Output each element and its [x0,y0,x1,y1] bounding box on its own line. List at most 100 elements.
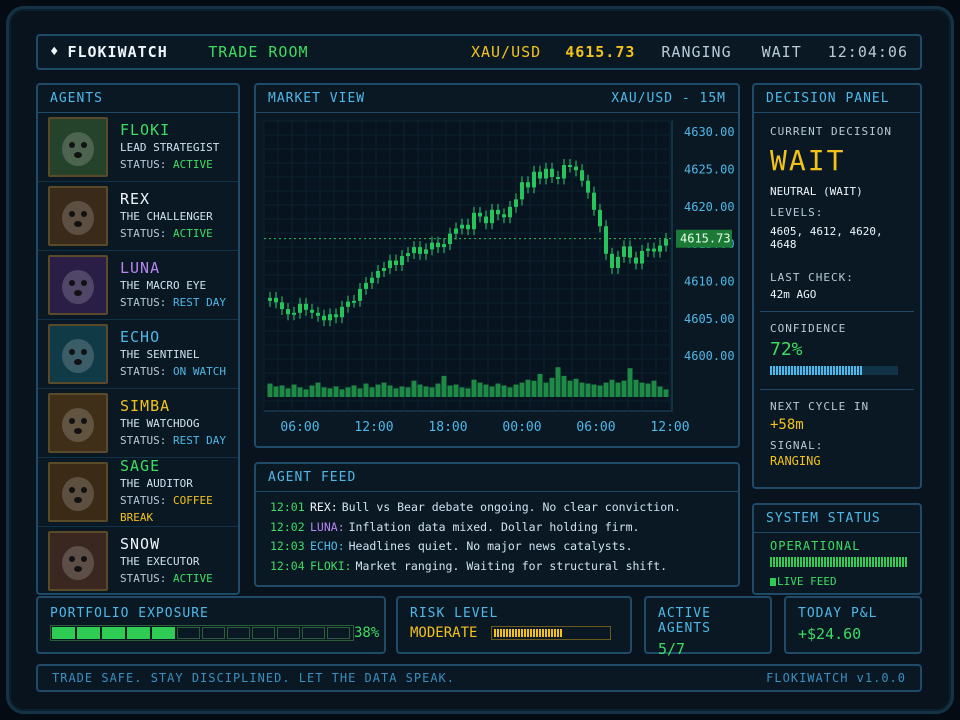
agent-row-luna[interactable]: LUNA THE MACRO EYE STATUS: REST DAY [38,251,238,320]
footer-motto: TRADE SAFE. STAY DISCIPLINED. LET THE DA… [52,671,456,685]
agent-name: FLOKI [120,120,171,139]
volume-bar [447,385,453,397]
candle-body [634,257,638,264]
agent-role: THE CHALLENGER [120,209,213,223]
confidence-label: CONFIDENCE [770,322,847,335]
x-tick-label: 06:00 [280,420,319,435]
y-tick-label: 4610.00 [684,274,735,288]
y-tick-label: 4620.00 [684,200,735,214]
exposure-segment [152,627,175,639]
volume-bar [297,387,303,397]
volume-bar [267,383,273,397]
volume-bar [567,380,573,397]
candle-body [298,303,302,313]
agent-row-echo[interactable]: ECHO THE SENTINEL STATUS: ON WATCH [38,320,238,389]
agent-status: ACTIVE [172,226,213,240]
dog-avatar-icon [48,186,108,246]
agent-role: THE SENTINEL [120,347,200,361]
feed-time: 12:03 [270,539,305,553]
levels-value: 4605, 4612, 4620, 4648 [770,225,883,251]
volume-bar [465,388,471,397]
agent-status-label: STATUS: [120,571,167,585]
agent-status: REST DAY [172,433,226,447]
agent-name: LUNA [120,258,161,277]
active-agents-label: ACTIVE AGENTS [658,606,711,636]
volume-bar [507,387,513,397]
confidence-bar [770,366,898,375]
candle-body [580,170,584,181]
volume-bar [309,385,315,397]
candle-body [496,209,500,215]
symbol-label[interactable]: XAU/USD [471,43,541,61]
candle-body [346,301,350,307]
signal-label: SIGNAL: [770,439,824,452]
candle-body [628,246,632,258]
candle-body [556,176,560,179]
top-bar: ♦ FLOKIWATCH TRADE ROOM XAU/USD 4615.73 … [36,34,922,70]
agent-feed-panel: AGENT FEED 12:01 REX: Bull vs Bear debat… [254,462,740,587]
x-tick-label: 00:00 [502,420,541,435]
volume-bar [609,379,615,397]
volume-bar [285,388,291,397]
pnl-label: TODAY P&L [798,606,878,621]
volume-bar [489,386,495,397]
volume-bar [273,386,279,397]
feed-entry: 12:03 ECHO: Headlines quiet. No major ne… [256,537,738,557]
exposure-segment [277,627,300,639]
next-cycle-label: NEXT CYCLE IN [770,400,870,413]
candle-body [364,282,368,289]
candle-body [280,302,284,310]
candle-body [340,306,344,318]
agent-row-rex[interactable]: REX THE CHALLENGER STATUS: ACTIVE [38,182,238,251]
candle-body [430,242,434,250]
risk-label: RISK LEVEL [410,606,499,621]
volume-bar [375,384,381,397]
live-feed-label[interactable]: LIVE FEED [777,575,837,588]
agent-row-snow[interactable]: SNOW THE EXECUTOR STATUS: ACTIVE [38,527,238,593]
risk-value: MODERATE [410,625,478,641]
agent-role: LEAD STRATEGIST [120,140,220,154]
agent-row-floki[interactable]: FLOKI LEAD STRATEGIST STATUS: ACTIVE [38,113,238,182]
exposure-segment [227,627,250,639]
x-tick-label: 12:00 [650,420,689,435]
agent-status: ACTIVE [172,571,213,585]
feed-time: 12:01 [270,500,305,514]
candle-body [568,165,572,168]
volume-bar [279,385,285,397]
lion-avatar-icon [48,393,108,453]
candle-body [562,165,566,179]
last-price-label: 4615.73 [680,232,731,246]
volume-bar [351,385,357,397]
timeframe-label[interactable]: XAU/USD - 15M [611,91,726,106]
price-chart[interactable]: 4630.004625.004620.004615.004610.004605.… [256,115,738,445]
volume-bar [627,368,633,397]
agent-row-simba[interactable]: SIMBA THE WATCHDOG STATUS: REST DAY [38,389,238,458]
volume-bar [321,387,327,397]
agent-row-sage[interactable]: SAGE THE AUDITOR STATUS: COFFEE BREAK [38,458,238,527]
feed-message: Market ranging. Waiting for structural s… [355,558,668,573]
volume-bar [495,383,501,397]
volume-bar [303,389,309,397]
agent-status: ACTIVE [172,157,213,171]
volume-bar [453,384,459,397]
candle-body [508,206,512,218]
version-label: FLOKIWATCH v1.0.0 [766,671,906,685]
candle-body [286,309,290,315]
volume-bar [471,379,477,397]
volume-bar [543,382,549,397]
live-indicator-icon [770,577,776,586]
volume-bar [555,367,561,397]
agent-name: REX [120,189,151,208]
agent-role: THE AUDITOR [120,477,193,490]
volume-bar [549,377,555,397]
x-tick-label: 06:00 [576,420,615,435]
candle-body [292,312,296,315]
feed-message: Bull vs Bear debate ongoing. No clear co… [341,500,681,514]
system-status-title: SYSTEM STATUS [754,505,920,533]
candle-body [526,182,530,188]
feed-message: Inflation data mixed. Dollar holding fir… [348,519,640,534]
volume-bar [339,389,345,397]
candle-body [454,228,458,234]
candle-body [520,182,524,200]
volume-bar [393,388,399,397]
